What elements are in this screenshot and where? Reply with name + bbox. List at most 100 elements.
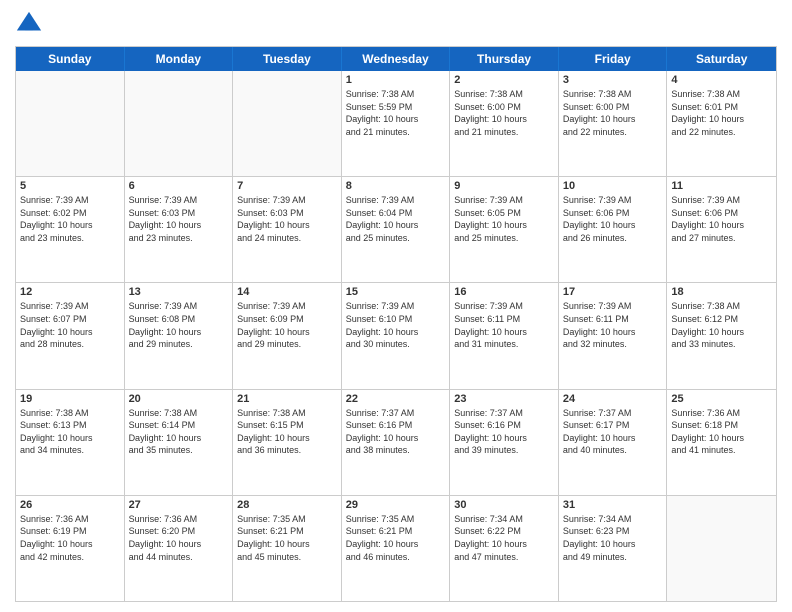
calendar-header-monday: Monday	[125, 47, 234, 71]
calendar-header-thursday: Thursday	[450, 47, 559, 71]
day-info: Sunrise: 7:34 AM Sunset: 6:23 PM Dayligh…	[563, 513, 663, 563]
day-info: Sunrise: 7:39 AM Sunset: 6:03 PM Dayligh…	[129, 194, 229, 244]
day-number: 3	[563, 74, 663, 86]
day-number: 12	[20, 286, 120, 298]
day-number: 29	[346, 499, 446, 511]
day-number: 20	[129, 393, 229, 405]
calendar-day-31: 31Sunrise: 7:34 AM Sunset: 6:23 PM Dayli…	[559, 496, 668, 601]
day-number: 10	[563, 180, 663, 192]
calendar-day-6: 6 Sunrise: 7:39 AM Sunset: 6:03 PM Daylig…	[125, 177, 234, 282]
day-info: Sunrise: 7:39 AM Sunset: 6:07 PM Dayligh…	[20, 300, 120, 350]
calendar: SundayMondayTuesdayWednesdayThursdayFrid…	[15, 46, 777, 602]
day-info: Sunrise: 7:38 AM Sunset: 6:01 PM Dayligh…	[671, 88, 772, 138]
calendar-week-5: 26 Sunrise: 7:36 AM Sunset: 6:19 PM Dayli…	[16, 495, 776, 601]
calendar-empty-cell	[125, 71, 234, 176]
calendar-week-2: 5Sunrise: 7:39 AM Sunset: 6:02 PM Daylig…	[16, 176, 776, 282]
calendar-day-5: 5Sunrise: 7:39 AM Sunset: 6:02 PM Daylig…	[16, 177, 125, 282]
day-number: 19	[20, 393, 120, 405]
calendar-week-3: 12 Sunrise: 7:39 AM Sunset: 6:07 PM Dayli…	[16, 282, 776, 388]
day-number: 17	[563, 286, 663, 298]
calendar-header-row: SundayMondayTuesdayWednesdayThursdayFrid…	[16, 47, 776, 71]
day-info: Sunrise: 7:36 AM Sunset: 6:18 PM Dayligh…	[671, 407, 772, 457]
day-info: Sunrise: 7:36 AM Sunset: 6:20 PM Dayligh…	[129, 513, 229, 563]
day-number: 6	[129, 180, 229, 192]
day-info: Sunrise: 7:37 AM Sunset: 6:17 PM Dayligh…	[563, 407, 663, 457]
calendar-day-19: 19 Sunrise: 7:38 AM Sunset: 6:13 PM Dayli…	[16, 390, 125, 495]
day-info: Sunrise: 7:39 AM Sunset: 6:08 PM Dayligh…	[129, 300, 229, 350]
day-number: 28	[237, 499, 337, 511]
day-info: Sunrise: 7:39 AM Sunset: 6:05 PM Dayligh…	[454, 194, 554, 244]
calendar-day-26: 26 Sunrise: 7:36 AM Sunset: 6:19 PM Dayli…	[16, 496, 125, 601]
calendar-day-10: 10 Sunrise: 7:39 AM Sunset: 6:06 PM Dayli…	[559, 177, 668, 282]
day-info: Sunrise: 7:34 AM Sunset: 6:22 PM Dayligh…	[454, 513, 554, 563]
calendar-empty-cell	[667, 496, 776, 601]
day-info: Sunrise: 7:38 AM Sunset: 6:00 PM Dayligh…	[454, 88, 554, 138]
day-number: 16	[454, 286, 554, 298]
calendar-day-23: 23 Sunrise: 7:37 AM Sunset: 6:16 PM Dayli…	[450, 390, 559, 495]
day-number: 5	[20, 180, 120, 192]
calendar-header-friday: Friday	[559, 47, 668, 71]
day-info: Sunrise: 7:36 AM Sunset: 6:19 PM Dayligh…	[20, 513, 120, 563]
day-number: 14	[237, 286, 337, 298]
calendar-day-25: 25Sunrise: 7:36 AM Sunset: 6:18 PM Dayli…	[667, 390, 776, 495]
calendar-empty-cell	[233, 71, 342, 176]
day-info: Sunrise: 7:39 AM Sunset: 6:04 PM Dayligh…	[346, 194, 446, 244]
day-number: 22	[346, 393, 446, 405]
calendar-day-24: 24 Sunrise: 7:37 AM Sunset: 6:17 PM Dayli…	[559, 390, 668, 495]
calendar-day-15: 15 Sunrise: 7:39 AM Sunset: 6:10 PM Dayli…	[342, 283, 451, 388]
day-number: 13	[129, 286, 229, 298]
calendar-day-20: 20 Sunrise: 7:38 AM Sunset: 6:14 PM Dayli…	[125, 390, 234, 495]
calendar-header-sunday: Sunday	[16, 47, 125, 71]
day-number: 30	[454, 499, 554, 511]
calendar-day-27: 27Sunrise: 7:36 AM Sunset: 6:20 PM Dayli…	[125, 496, 234, 601]
day-number: 2	[454, 74, 554, 86]
day-info: Sunrise: 7:37 AM Sunset: 6:16 PM Dayligh…	[454, 407, 554, 457]
day-info: Sunrise: 7:39 AM Sunset: 6:11 PM Dayligh…	[563, 300, 663, 350]
day-info: Sunrise: 7:38 AM Sunset: 6:12 PM Dayligh…	[671, 300, 772, 350]
calendar-day-14: 14Sunrise: 7:39 AM Sunset: 6:09 PM Dayli…	[233, 283, 342, 388]
calendar-day-2: 2 Sunrise: 7:38 AM Sunset: 6:00 PM Daylig…	[450, 71, 559, 176]
day-number: 4	[671, 74, 772, 86]
day-number: 11	[671, 180, 772, 192]
day-info: Sunrise: 7:38 AM Sunset: 6:00 PM Dayligh…	[563, 88, 663, 138]
day-number: 15	[346, 286, 446, 298]
calendar-day-17: 17 Sunrise: 7:39 AM Sunset: 6:11 PM Dayli…	[559, 283, 668, 388]
day-info: Sunrise: 7:35 AM Sunset: 6:21 PM Dayligh…	[346, 513, 446, 563]
calendar-day-1: 1Sunrise: 7:38 AM Sunset: 5:59 PM Daylig…	[342, 71, 451, 176]
calendar-day-12: 12 Sunrise: 7:39 AM Sunset: 6:07 PM Dayli…	[16, 283, 125, 388]
day-info: Sunrise: 7:38 AM Sunset: 6:13 PM Dayligh…	[20, 407, 120, 457]
logo	[15, 10, 47, 38]
calendar-day-28: 28 Sunrise: 7:35 AM Sunset: 6:21 PM Dayli…	[233, 496, 342, 601]
day-number: 24	[563, 393, 663, 405]
day-info: Sunrise: 7:35 AM Sunset: 6:21 PM Dayligh…	[237, 513, 337, 563]
day-number: 7	[237, 180, 337, 192]
calendar-empty-cell	[16, 71, 125, 176]
day-info: Sunrise: 7:38 AM Sunset: 6:15 PM Dayligh…	[237, 407, 337, 457]
day-info: Sunrise: 7:39 AM Sunset: 6:06 PM Dayligh…	[563, 194, 663, 244]
day-info: Sunrise: 7:38 AM Sunset: 6:14 PM Dayligh…	[129, 407, 229, 457]
calendar-body: 1Sunrise: 7:38 AM Sunset: 5:59 PM Daylig…	[16, 71, 776, 601]
header	[15, 10, 777, 38]
calendar-day-4: 4 Sunrise: 7:38 AM Sunset: 6:01 PM Daylig…	[667, 71, 776, 176]
calendar-header-saturday: Saturday	[667, 47, 776, 71]
logo-icon	[15, 10, 43, 38]
day-number: 23	[454, 393, 554, 405]
calendar-day-11: 11 Sunrise: 7:39 AM Sunset: 6:06 PM Dayli…	[667, 177, 776, 282]
calendar-day-8: 8Sunrise: 7:39 AM Sunset: 6:04 PM Daylig…	[342, 177, 451, 282]
day-info: Sunrise: 7:39 AM Sunset: 6:03 PM Dayligh…	[237, 194, 337, 244]
day-info: Sunrise: 7:39 AM Sunset: 6:10 PM Dayligh…	[346, 300, 446, 350]
calendar-day-7: 7 Sunrise: 7:39 AM Sunset: 6:03 PM Daylig…	[233, 177, 342, 282]
day-info: Sunrise: 7:39 AM Sunset: 6:11 PM Dayligh…	[454, 300, 554, 350]
day-info: Sunrise: 7:38 AM Sunset: 5:59 PM Dayligh…	[346, 88, 446, 138]
page: SundayMondayTuesdayWednesdayThursdayFrid…	[0, 0, 792, 612]
day-number: 26	[20, 499, 120, 511]
calendar-day-29: 29 Sunrise: 7:35 AM Sunset: 6:21 PM Dayli…	[342, 496, 451, 601]
calendar-day-3: 3 Sunrise: 7:38 AM Sunset: 6:00 PM Daylig…	[559, 71, 668, 176]
calendar-day-22: 22 Sunrise: 7:37 AM Sunset: 6:16 PM Dayli…	[342, 390, 451, 495]
calendar-day-21: 21Sunrise: 7:38 AM Sunset: 6:15 PM Dayli…	[233, 390, 342, 495]
day-info: Sunrise: 7:37 AM Sunset: 6:16 PM Dayligh…	[346, 407, 446, 457]
calendar-week-4: 19 Sunrise: 7:38 AM Sunset: 6:13 PM Dayli…	[16, 389, 776, 495]
calendar-day-16: 16 Sunrise: 7:39 AM Sunset: 6:11 PM Dayli…	[450, 283, 559, 388]
day-info: Sunrise: 7:39 AM Sunset: 6:06 PM Dayligh…	[671, 194, 772, 244]
calendar-header-tuesday: Tuesday	[233, 47, 342, 71]
